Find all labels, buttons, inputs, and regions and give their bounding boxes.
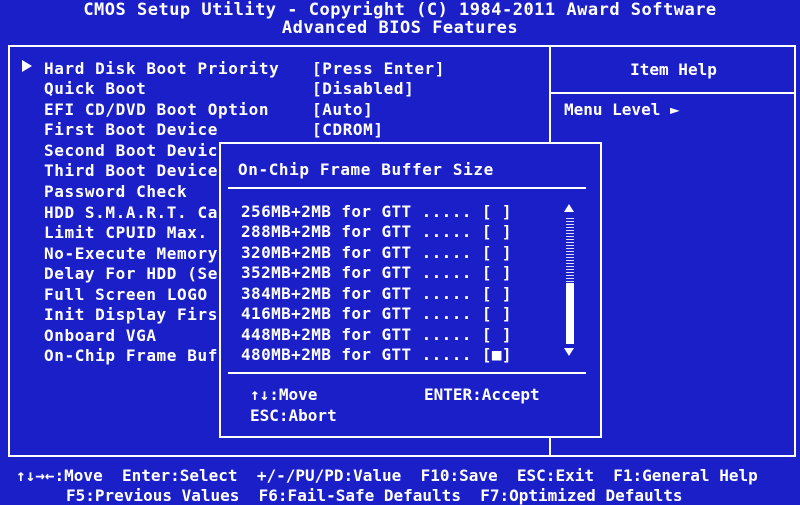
menu-value-first-boot-device[interactable]: [CDROM] [312,120,384,139]
option-label: 288MB+2MB for GTT ..... [241,222,472,241]
menu-item-full-screen-logo[interactable]: Full Screen LOGO [44,285,208,304]
page-subtitle: Advanced BIOS Features [281,18,519,38]
option-label: 416MB+2MB for GTT ..... [241,304,472,323]
option-mark: [ ] [481,304,512,323]
option-mark: [ ] [481,263,512,282]
menu-item-second-boot-device[interactable]: Second Boot Devic [44,141,218,160]
popup-option-selected[interactable]: 480MB+2MB for GTT ..... [■] [241,345,512,364]
menu-value-quick-boot[interactable]: [Disabled] [312,79,414,98]
popup-divider-bottom [228,372,586,374]
menu-value-hard-disk-boot-priority[interactable]: [Press Enter] [312,59,445,78]
option-mark: [■] [481,345,512,364]
popup-option[interactable]: 320MB+2MB for GTT ..... [ ] [241,243,512,262]
menu-item-hard-disk-boot-priority[interactable]: Hard Disk Boot Priority [44,59,279,78]
option-label: 352MB+2MB for GTT ..... [241,263,472,282]
menu-item-efi-cd-dvd-boot-option[interactable]: EFI CD/DVD Boot Option [44,100,269,119]
menu-item-delay-for-hdd[interactable]: Delay For HDD (Se [44,264,218,283]
popup-title: On-Chip Frame Buffer Size [238,160,494,179]
help-divider [551,92,796,94]
menu-level-label: Menu Level ► [564,100,680,119]
scrollbar-thumb[interactable] [566,283,574,344]
bios-screen: { "header": { "title": "CMOS Setup Utili… [0,0,800,505]
popup-help-enter: ENTER:Accept [424,385,540,404]
option-label: 448MB+2MB for GTT ..... [241,325,472,344]
menu-value-efi-cd-dvd-boot-option[interactable]: [Auto] [312,100,373,119]
popup-help-move: ↑↓:Move [250,385,318,404]
menu-item-quick-boot[interactable]: Quick Boot [44,79,146,98]
popup-option[interactable]: 288MB+2MB for GTT ..... [ ] [241,222,512,241]
option-label: 480MB+2MB for GTT ..... [241,345,472,364]
menu-item-no-execute-memory[interactable]: No-Execute Memory [44,244,218,263]
popup-option[interactable]: 448MB+2MB for GTT ..... [ ] [241,325,512,344]
popup-option[interactable]: 352MB+2MB for GTT ..... [ ] [241,263,512,282]
popup-divider-top [228,187,586,189]
footer-keys-line2: F5:Previous Values F6:Fail-Safe Defaults… [66,486,683,505]
menu-item-password-check[interactable]: Password Check [44,182,187,201]
option-mark: [ ] [481,202,512,221]
item-help-title: Item Help [630,60,717,79]
menu-item-init-display-first[interactable]: Init Display Firs [44,305,218,324]
menu-item-first-boot-device[interactable]: First Boot Device [44,120,218,139]
option-label: 384MB+2MB for GTT ..... [241,284,472,303]
option-label: 256MB+2MB for GTT ..... [241,202,472,221]
option-label: 320MB+2MB for GTT ..... [241,243,472,262]
menu-item-hdd-smart[interactable]: HDD S.M.A.R.T. Ca [44,203,218,222]
popup-option[interactable]: 256MB+2MB for GTT ..... [ ] [241,202,512,221]
popup-option[interactable]: 384MB+2MB for GTT ..... [ ] [241,284,512,303]
menu-item-limit-cpuid[interactable]: Limit CPUID Max. [44,223,208,242]
option-mark: [ ] [481,243,512,262]
footer-keys-line1: ↑↓→←:Move Enter:Select +/-/PU/PD:Value F… [16,466,758,485]
submenu-arrow-icon [22,60,32,72]
menu-item-third-boot-device[interactable]: Third Boot Device [44,161,218,180]
menu-item-onboard-vga[interactable]: Onboard VGA [44,326,157,345]
option-mark: [ ] [481,325,512,344]
menu-item-on-chip-frame-buffer[interactable]: On-Chip Frame Buf [44,346,218,365]
window-title: CMOS Setup Utility - Copyright (C) 1984-… [83,0,717,20]
scroll-up-icon[interactable] [564,204,574,212]
option-mark: [ ] [481,284,512,303]
scroll-down-icon[interactable] [564,348,574,356]
option-mark: [ ] [481,222,512,241]
popup-help-abort: ESC:Abort [250,406,337,425]
popup-option[interactable]: 416MB+2MB for GTT ..... [ ] [241,304,512,323]
